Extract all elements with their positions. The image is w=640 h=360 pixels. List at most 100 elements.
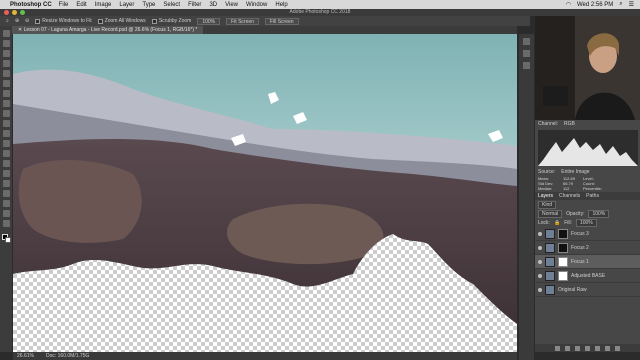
properties-panel-icon[interactable]: [523, 50, 530, 57]
wifi-icon[interactable]: ◠: [566, 1, 571, 8]
info-panel-icon[interactable]: [523, 62, 530, 69]
tab-layers[interactable]: Layers: [538, 192, 553, 200]
layer-mask-thumbnail[interactable]: [558, 242, 568, 253]
pen-tool-icon[interactable]: [2, 170, 10, 177]
menu-view[interactable]: View: [225, 2, 238, 8]
visibility-eye-icon[interactable]: [538, 231, 542, 236]
lasso-tool-icon[interactable]: [2, 50, 10, 57]
layer-name[interactable]: Adjusted BASE: [571, 273, 605, 279]
fill-screen-button[interactable]: Fill Screen: [264, 17, 299, 25]
layer-row[interactable]: Focus 2: [535, 241, 640, 255]
layer-name[interactable]: Focus 1: [571, 259, 589, 265]
move-tool-icon[interactable]: [2, 30, 10, 37]
blend-mode-select[interactable]: Normal: [538, 209, 563, 218]
background-color-swatch[interactable]: [4, 237, 11, 243]
lock-row: Lock: 🔒 Fill: 100%: [535, 218, 640, 227]
eyedropper-tool-icon[interactable]: [2, 80, 10, 87]
search-icon[interactable]: ⌕: [619, 1, 622, 8]
layer-kind-filter[interactable]: Kind: [538, 200, 557, 209]
layer-row-selected[interactable]: Focus 1: [535, 255, 640, 269]
lock-icon[interactable]: 🔒: [554, 220, 560, 226]
fit-screen-button[interactable]: Fit Screen: [226, 17, 259, 25]
visibility-eye-icon[interactable]: [538, 287, 542, 292]
document-canvas[interactable]: [13, 34, 517, 352]
zoom-tool-icon[interactable]: ⌕: [6, 18, 9, 24]
new-layer-icon[interactable]: [605, 345, 610, 351]
lock-label: Lock:: [538, 219, 550, 226]
close-window-button[interactable]: [4, 10, 9, 15]
menu-filter[interactable]: Filter: [188, 2, 201, 8]
new-group-icon[interactable]: [595, 345, 600, 351]
scrubby-zoom-checkbox[interactable]: Scrubby Zoom: [151, 18, 191, 24]
shape-tool-icon[interactable]: [2, 200, 10, 207]
dodge-tool-icon[interactable]: [2, 160, 10, 167]
source-select[interactable]: Entire Image: [561, 169, 589, 175]
tab-channels[interactable]: Channels: [559, 192, 580, 200]
visibility-eye-icon[interactable]: [538, 273, 542, 278]
layer-row[interactable]: Original Raw: [535, 283, 640, 297]
menu-edit[interactable]: Edit: [76, 2, 86, 8]
layer-row[interactable]: Adjusted BASE: [535, 269, 640, 283]
marquee-tool-icon[interactable]: [2, 40, 10, 47]
visibility-eye-icon[interactable]: [538, 245, 542, 250]
menu-file[interactable]: File: [59, 2, 69, 8]
zoom-tool-icon-sidebar[interactable]: [2, 220, 10, 227]
layer-thumbnail: [545, 242, 555, 253]
type-tool-icon[interactable]: [2, 180, 10, 187]
canvas-image[interactable]: [13, 34, 517, 352]
healing-brush-tool-icon[interactable]: [2, 90, 10, 97]
history-panel-icon[interactable]: [523, 38, 530, 45]
layer-row[interactable]: Focus 3: [535, 227, 640, 241]
add-mask-icon[interactable]: [575, 345, 580, 351]
opacity-field[interactable]: 100%: [588, 209, 610, 218]
crop-tool-icon[interactable]: [2, 70, 10, 77]
link-layers-icon[interactable]: [555, 345, 560, 351]
clock[interactable]: Wed 2:56 PM: [577, 2, 613, 8]
zoom-all-windows-checkbox[interactable]: Zoom All Windows: [97, 18, 146, 24]
menu-image[interactable]: Image: [95, 2, 112, 8]
opacity-label: Opacity:: [566, 210, 585, 217]
resize-windows-checkbox[interactable]: Resize Windows to Fit: [35, 18, 92, 24]
zoom-window-button[interactable]: [20, 10, 25, 15]
gradient-tool-icon[interactable]: [2, 140, 10, 147]
menu-help[interactable]: Help: [275, 2, 287, 8]
zoom-readout[interactable]: 26.61%: [17, 352, 34, 360]
layer-mask-thumbnail[interactable]: [558, 256, 568, 267]
menu-3d[interactable]: 3D: [209, 2, 217, 8]
fx-icon[interactable]: [565, 345, 570, 351]
layer-mask-thumbnail[interactable]: [558, 228, 568, 239]
fill-field[interactable]: 100%: [575, 218, 597, 227]
menu-window[interactable]: Window: [246, 2, 267, 8]
menu-type[interactable]: Type: [142, 2, 155, 8]
layer-name[interactable]: Focus 3: [571, 231, 589, 237]
blur-tool-icon[interactable]: [2, 150, 10, 157]
clone-stamp-tool-icon[interactable]: [2, 110, 10, 117]
path-select-tool-icon[interactable]: [2, 190, 10, 197]
document-tab[interactable]: ✕ Lesson 07 - Laguna Amarga - Live Recor…: [12, 26, 204, 34]
app-name-menu[interactable]: Photoshop CC: [10, 2, 52, 8]
minimize-window-button[interactable]: [12, 10, 17, 15]
zoom-100-button[interactable]: 100%: [197, 17, 221, 25]
histogram-source-row: Source: Entire Image: [535, 168, 593, 176]
adjustment-layer-icon[interactable]: [585, 345, 590, 351]
presenter-video: [535, 16, 640, 120]
visibility-eye-icon[interactable]: [538, 259, 542, 264]
menu-layer[interactable]: Layer: [119, 2, 134, 8]
eraser-tool-icon[interactable]: [2, 130, 10, 137]
layer-name[interactable]: Focus 2: [571, 245, 589, 251]
menu-select[interactable]: Select: [163, 2, 180, 8]
color-swatches[interactable]: [1, 234, 11, 243]
layer-name[interactable]: Original Raw: [558, 287, 587, 293]
trash-icon[interactable]: [615, 345, 620, 351]
options-bar: ⌕ ⊕ ⊖ Resize Windows to Fit Zoom All Win…: [0, 16, 530, 26]
zoom-in-icon[interactable]: ⊕: [15, 18, 19, 24]
zoom-out-icon[interactable]: ⊖: [25, 18, 29, 24]
hand-tool-icon[interactable]: [2, 210, 10, 217]
brush-tool-icon[interactable]: [2, 100, 10, 107]
channel-select[interactable]: RGB: [564, 121, 575, 127]
history-brush-tool-icon[interactable]: [2, 120, 10, 127]
tab-paths[interactable]: Paths: [586, 192, 599, 200]
quick-select-tool-icon[interactable]: [2, 60, 10, 67]
menu-list-icon[interactable]: ☰: [629, 1, 634, 8]
layer-mask-thumbnail[interactable]: [558, 270, 568, 281]
